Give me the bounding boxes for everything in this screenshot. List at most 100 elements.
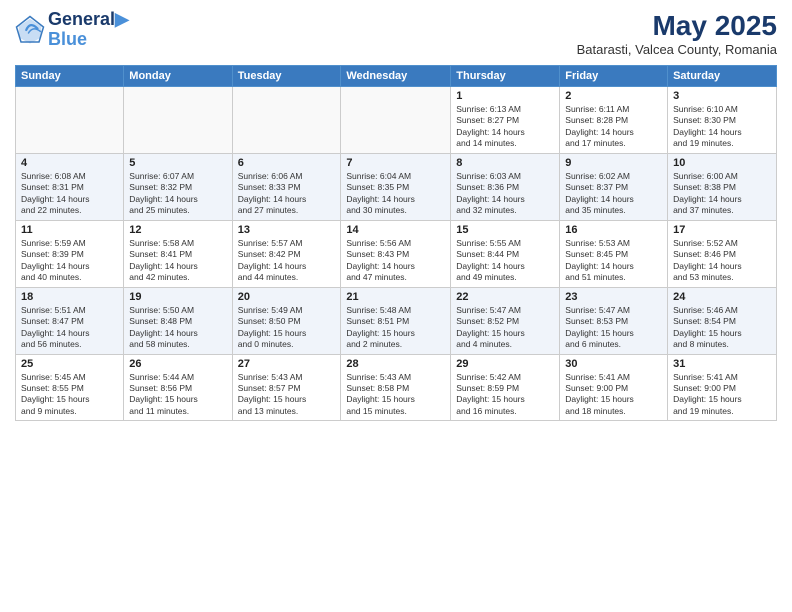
- calendar-cell: 4 Sunrise: 6:08 AM Sunset: 8:31 PM Daylig…: [16, 153, 124, 220]
- day-number: 2: [565, 90, 662, 102]
- calendar-cell: 9Sunrise: 6:02 AM Sunset: 8:37 PM Daylig…: [560, 153, 668, 220]
- day-info: Sunrise: 6:13 AM Sunset: 8:27 PM Dayligh…: [456, 104, 554, 150]
- day-number: 8: [456, 157, 554, 169]
- calendar-day-header: Saturday: [668, 66, 777, 87]
- calendar-week-row: 1 Sunrise: 6:13 AM Sunset: 8:27 PM Daylig…: [16, 87, 777, 154]
- calendar-cell: 26 Sunrise: 5:44 AM Sunset: 8:56 PM Dayli…: [124, 354, 232, 421]
- calendar-week-row: 18 Sunrise: 5:51 AM Sunset: 8:47 PM Dayli…: [16, 287, 777, 354]
- day-number: 23: [565, 291, 662, 303]
- calendar-cell: 19Sunrise: 5:50 AM Sunset: 8:48 PM Dayli…: [124, 287, 232, 354]
- day-number: 16: [565, 224, 662, 236]
- calendar-week-row: 4 Sunrise: 6:08 AM Sunset: 8:31 PM Daylig…: [16, 153, 777, 220]
- title-block: May 2025 Batarasti, Valcea County, Roman…: [577, 10, 777, 57]
- day-number: 26: [129, 358, 226, 370]
- day-number: 1: [456, 90, 554, 102]
- day-info: Sunrise: 5:59 AM Sunset: 8:39 PM Dayligh…: [21, 238, 118, 284]
- day-info: Sunrise: 5:46 AM Sunset: 8:54 PM Dayligh…: [673, 305, 771, 351]
- day-info: Sunrise: 5:53 AM Sunset: 8:45 PM Dayligh…: [565, 238, 662, 284]
- day-info: Sunrise: 6:00 AM Sunset: 8:38 PM Dayligh…: [673, 171, 771, 217]
- day-number: 3: [673, 90, 771, 102]
- calendar-cell: 11 Sunrise: 5:59 AM Sunset: 8:39 PM Dayli…: [16, 220, 124, 287]
- calendar-cell: [16, 87, 124, 154]
- day-number: 10: [673, 157, 771, 169]
- logo-text: General▶ Blue: [48, 10, 129, 50]
- day-number: 9: [565, 157, 662, 169]
- day-number: 28: [346, 358, 445, 370]
- day-info: Sunrise: 5:50 AM Sunset: 8:48 PM Dayligh…: [129, 305, 226, 351]
- location: Batarasti, Valcea County, Romania: [577, 42, 777, 57]
- logo: General▶ Blue: [15, 10, 129, 50]
- day-number: 29: [456, 358, 554, 370]
- calendar-cell: 12 Sunrise: 5:58 AM Sunset: 8:41 PM Dayli…: [124, 220, 232, 287]
- calendar-week-row: 11 Sunrise: 5:59 AM Sunset: 8:39 PM Dayli…: [16, 220, 777, 287]
- day-number: 13: [238, 224, 336, 236]
- day-number: 11: [21, 224, 118, 236]
- day-number: 24: [673, 291, 771, 303]
- calendar-day-header: Thursday: [451, 66, 560, 87]
- day-info: Sunrise: 5:47 AM Sunset: 8:53 PM Dayligh…: [565, 305, 662, 351]
- calendar-cell: 21 Sunrise: 5:48 AM Sunset: 8:51 PM Dayli…: [341, 287, 451, 354]
- day-info: Sunrise: 5:48 AM Sunset: 8:51 PM Dayligh…: [346, 305, 445, 351]
- calendar-cell: [341, 87, 451, 154]
- day-info: Sunrise: 6:03 AM Sunset: 8:36 PM Dayligh…: [456, 171, 554, 217]
- day-number: 18: [21, 291, 118, 303]
- day-number: 12: [129, 224, 226, 236]
- day-info: Sunrise: 6:06 AM Sunset: 8:33 PM Dayligh…: [238, 171, 336, 217]
- calendar-cell: 25 Sunrise: 5:45 AM Sunset: 8:55 PM Dayli…: [16, 354, 124, 421]
- day-info: Sunrise: 5:52 AM Sunset: 8:46 PM Dayligh…: [673, 238, 771, 284]
- day-number: 6: [238, 157, 336, 169]
- calendar-header-row: SundayMondayTuesdayWednesdayThursdayFrid…: [16, 66, 777, 87]
- calendar-cell: 8 Sunrise: 6:03 AM Sunset: 8:36 PM Daylig…: [451, 153, 560, 220]
- month-year: May 2025: [577, 10, 777, 42]
- day-number: 17: [673, 224, 771, 236]
- day-info: Sunrise: 5:43 AM Sunset: 8:58 PM Dayligh…: [346, 372, 445, 418]
- day-info: Sunrise: 5:56 AM Sunset: 8:43 PM Dayligh…: [346, 238, 445, 284]
- day-info: Sunrise: 5:47 AM Sunset: 8:52 PM Dayligh…: [456, 305, 554, 351]
- calendar-cell: 28 Sunrise: 5:43 AM Sunset: 8:58 PM Dayli…: [341, 354, 451, 421]
- day-info: Sunrise: 5:55 AM Sunset: 8:44 PM Dayligh…: [456, 238, 554, 284]
- calendar-cell: 17 Sunrise: 5:52 AM Sunset: 8:46 PM Dayli…: [668, 220, 777, 287]
- day-number: 14: [346, 224, 445, 236]
- day-info: Sunrise: 5:45 AM Sunset: 8:55 PM Dayligh…: [21, 372, 118, 418]
- calendar-cell: 3Sunrise: 6:10 AM Sunset: 8:30 PM Daylig…: [668, 87, 777, 154]
- day-info: Sunrise: 6:11 AM Sunset: 8:28 PM Dayligh…: [565, 104, 662, 150]
- day-info: Sunrise: 5:51 AM Sunset: 8:47 PM Dayligh…: [21, 305, 118, 351]
- calendar-cell: 29 Sunrise: 5:42 AM Sunset: 8:59 PM Dayli…: [451, 354, 560, 421]
- day-info: Sunrise: 5:41 AM Sunset: 9:00 PM Dayligh…: [565, 372, 662, 418]
- calendar-cell: 2 Sunrise: 6:11 AM Sunset: 8:28 PM Daylig…: [560, 87, 668, 154]
- calendar-cell: 15 Sunrise: 5:55 AM Sunset: 8:44 PM Dayli…: [451, 220, 560, 287]
- day-info: Sunrise: 5:49 AM Sunset: 8:50 PM Dayligh…: [238, 305, 336, 351]
- calendar-day-header: Wednesday: [341, 66, 451, 87]
- day-info: Sunrise: 6:07 AM Sunset: 8:32 PM Dayligh…: [129, 171, 226, 217]
- day-number: 27: [238, 358, 336, 370]
- calendar-cell: [232, 87, 341, 154]
- calendar-cell: [124, 87, 232, 154]
- calendar-cell: 18 Sunrise: 5:51 AM Sunset: 8:47 PM Dayli…: [16, 287, 124, 354]
- calendar-day-header: Tuesday: [232, 66, 341, 87]
- day-number: 31: [673, 358, 771, 370]
- calendar-week-row: 25 Sunrise: 5:45 AM Sunset: 8:55 PM Dayli…: [16, 354, 777, 421]
- day-info: Sunrise: 5:42 AM Sunset: 8:59 PM Dayligh…: [456, 372, 554, 418]
- day-number: 7: [346, 157, 445, 169]
- calendar-day-header: Sunday: [16, 66, 124, 87]
- day-info: Sunrise: 6:08 AM Sunset: 8:31 PM Dayligh…: [21, 171, 118, 217]
- calendar-cell: 20Sunrise: 5:49 AM Sunset: 8:50 PM Dayli…: [232, 287, 341, 354]
- calendar-cell: 6 Sunrise: 6:06 AM Sunset: 8:33 PM Daylig…: [232, 153, 341, 220]
- day-info: Sunrise: 5:41 AM Sunset: 9:00 PM Dayligh…: [673, 372, 771, 418]
- calendar-day-header: Monday: [124, 66, 232, 87]
- logo-icon: [15, 15, 45, 45]
- calendar-cell: 16 Sunrise: 5:53 AM Sunset: 8:45 PM Dayli…: [560, 220, 668, 287]
- calendar-page: General▶ Blue May 2025 Batarasti, Valcea…: [0, 0, 792, 612]
- day-number: 25: [21, 358, 118, 370]
- day-info: Sunrise: 5:58 AM Sunset: 8:41 PM Dayligh…: [129, 238, 226, 284]
- day-number: 4: [21, 157, 118, 169]
- day-info: Sunrise: 6:04 AM Sunset: 8:35 PM Dayligh…: [346, 171, 445, 217]
- day-info: Sunrise: 5:44 AM Sunset: 8:56 PM Dayligh…: [129, 372, 226, 418]
- day-number: 15: [456, 224, 554, 236]
- calendar-cell: 22Sunrise: 5:47 AM Sunset: 8:52 PM Dayli…: [451, 287, 560, 354]
- calendar-cell: 24 Sunrise: 5:46 AM Sunset: 8:54 PM Dayli…: [668, 287, 777, 354]
- day-number: 21: [346, 291, 445, 303]
- calendar-cell: 31 Sunrise: 5:41 AM Sunset: 9:00 PM Dayli…: [668, 354, 777, 421]
- calendar-day-header: Friday: [560, 66, 668, 87]
- calendar-cell: 10 Sunrise: 6:00 AM Sunset: 8:38 PM Dayli…: [668, 153, 777, 220]
